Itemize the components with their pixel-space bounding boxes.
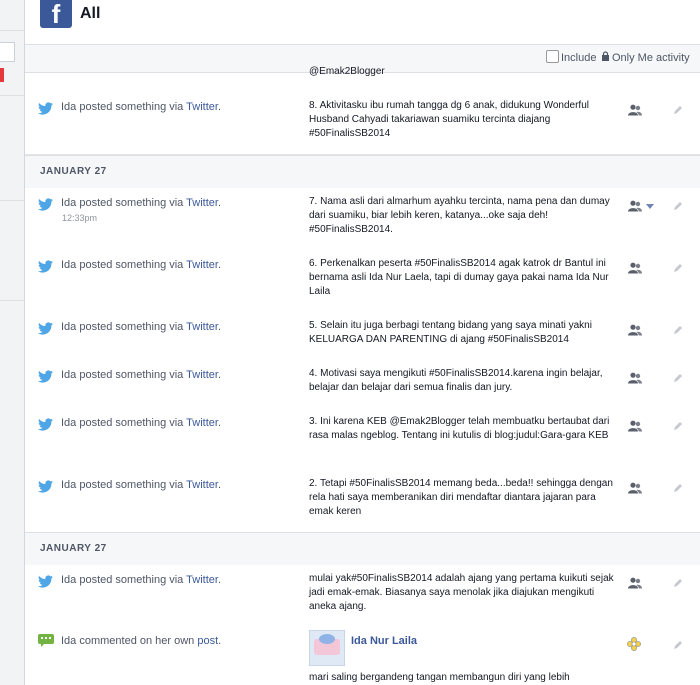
- date-label: JANUARY 27: [40, 543, 107, 554]
- lock-icon: [602, 51, 609, 61]
- audience-friends-icon[interactable]: [628, 104, 642, 116]
- activity-actor: Ida posted something via Twitter.: [61, 417, 222, 429]
- twitter-bird-icon: [38, 575, 53, 588]
- audience-friends-icon[interactable]: [628, 577, 642, 589]
- poster-avatar[interactable]: [309, 630, 345, 666]
- pencil-icon[interactable]: [673, 640, 683, 650]
- post-text: 5. Selain itu juga berbagi tentang bidan…: [309, 320, 592, 345]
- date-header: JANUARY 27: [25, 532, 700, 566]
- page-title: All: [80, 5, 101, 22]
- audience-friends-icon[interactable]: [628, 200, 642, 212]
- audience-friends-icon[interactable]: [628, 420, 642, 432]
- nav-divider: [0, 95, 24, 96]
- post-time[interactable]: 12:33pm: [62, 213, 97, 223]
- activity-row: Ida posted something via Twitter. 2. Teta…: [25, 470, 700, 533]
- post-text: 2. Tetapi #50FinalisSB2014 memang beda..…: [309, 478, 613, 517]
- twitter-link[interactable]: Twitter: [186, 369, 218, 381]
- twitter-link[interactable]: Twitter: [186, 321, 218, 333]
- nav-notification-badge[interactable]: [0, 68, 4, 82]
- twitter-bird-icon: [38, 418, 53, 431]
- twitter-bird-icon: [38, 370, 53, 383]
- activity-row: Ida posted something via Twitter. 6. Perk…: [25, 250, 700, 313]
- pencil-icon[interactable]: [673, 578, 683, 588]
- nav-search-box[interactable]: [0, 42, 15, 62]
- comment-text: mari saling bergandeng tangan membangun …: [309, 672, 570, 683]
- post-text: 3. Ini karena KEB @Emak2Blogger telah me…: [309, 416, 610, 441]
- caret-down-icon[interactable]: [646, 204, 654, 209]
- activity-row: Ida posted something via Twitter. 8. Akti…: [25, 92, 700, 155]
- custom-audience-icon[interactable]: [627, 637, 641, 651]
- activity-row: Ida posted something via Twitter. 3. Ini …: [25, 408, 700, 471]
- only-me-label: Only Me activity: [612, 52, 690, 64]
- twitter-bird-icon: [38, 198, 53, 211]
- activity-actor: Ida posted something via Twitter.: [61, 101, 222, 113]
- post-text: 4. Motivasi saya mengikuti #50FinalisSB2…: [309, 368, 603, 393]
- poster-name-link[interactable]: Ida Nur Laila: [351, 635, 417, 647]
- twitter-bird-icon: [38, 322, 53, 335]
- nav-divider: [0, 300, 24, 301]
- audience-friends-icon[interactable]: [628, 482, 642, 494]
- twitter-link[interactable]: Twitter: [186, 259, 218, 271]
- activity-actor: Ida posted something via Twitter.: [61, 321, 222, 333]
- facebook-logo-icon: f: [40, 0, 72, 29]
- left-nav-strip: [0, 0, 25, 685]
- activity-log: f All Include Only Me activity @Emak2Blo…: [25, 0, 700, 685]
- activity-row: Ida posted something via Twitter. 12:33pm…: [25, 188, 700, 251]
- post-text: mulai yak#50FinalisSB2014 adalah ajang y…: [309, 573, 614, 612]
- activity-row: Ida posted something via Twitter. 4. Moti…: [25, 360, 700, 409]
- activity-actor: Ida posted something via Twitter.: [61, 479, 222, 491]
- twitter-bird-icon: [38, 260, 53, 273]
- comment-icon: [38, 634, 54, 647]
- post-text: 6. Perkenalkan peserta #50FinalisSB2014 …: [309, 258, 609, 297]
- activity-header: f All: [25, 0, 700, 45]
- pencil-icon[interactable]: [673, 483, 683, 493]
- date-header: JANUARY 27: [25, 155, 700, 189]
- nav-divider: [0, 200, 24, 201]
- audience-friends-icon[interactable]: [628, 324, 642, 336]
- pencil-icon[interactable]: [673, 373, 683, 383]
- audience-friends-icon[interactable]: [628, 372, 642, 384]
- twitter-link[interactable]: Twitter: [186, 101, 218, 113]
- pencil-icon[interactable]: [673, 201, 683, 211]
- twitter-bird-icon: [38, 480, 53, 493]
- post-text: 7. Nama asli dari almarhum ayahku tercin…: [309, 196, 610, 235]
- twitter-link[interactable]: Twitter: [186, 417, 218, 429]
- twitter-link[interactable]: Twitter: [186, 197, 218, 209]
- activity-actor: Ida posted something via Twitter.: [61, 574, 222, 586]
- activity-actor: Ida posted something via Twitter.: [61, 369, 222, 381]
- activity-actor: Ida posted something via Twitter.: [61, 259, 222, 271]
- audience-friends-icon[interactable]: [628, 262, 642, 274]
- post-link[interactable]: post: [197, 635, 218, 647]
- comment-actor: Ida commented on her own post.: [61, 635, 222, 647]
- pencil-icon[interactable]: [673, 105, 683, 115]
- pencil-icon[interactable]: [673, 421, 683, 431]
- twitter-link[interactable]: Twitter: [186, 574, 218, 586]
- date-label: JANUARY 27: [40, 166, 107, 177]
- twitter-link[interactable]: Twitter: [186, 479, 218, 491]
- partial-post-text: @Emak2Blogger: [309, 66, 385, 77]
- include-only-me-checkbox[interactable]: [546, 50, 559, 63]
- pencil-icon[interactable]: [673, 325, 683, 335]
- include-label: Include: [561, 52, 597, 64]
- activity-row: Ida posted something via Twitter. 5. Sela…: [25, 312, 700, 361]
- nav-divider: [0, 30, 24, 31]
- twitter-bird-icon: [38, 102, 53, 115]
- pencil-icon[interactable]: [673, 263, 683, 273]
- activity-actor: Ida posted something via Twitter.: [61, 197, 222, 209]
- post-text: 8. Aktivitasku ibu rumah tangga dg 6 ana…: [309, 100, 589, 139]
- activity-row: Ida posted something via Twitter. mulai y…: [25, 565, 700, 628]
